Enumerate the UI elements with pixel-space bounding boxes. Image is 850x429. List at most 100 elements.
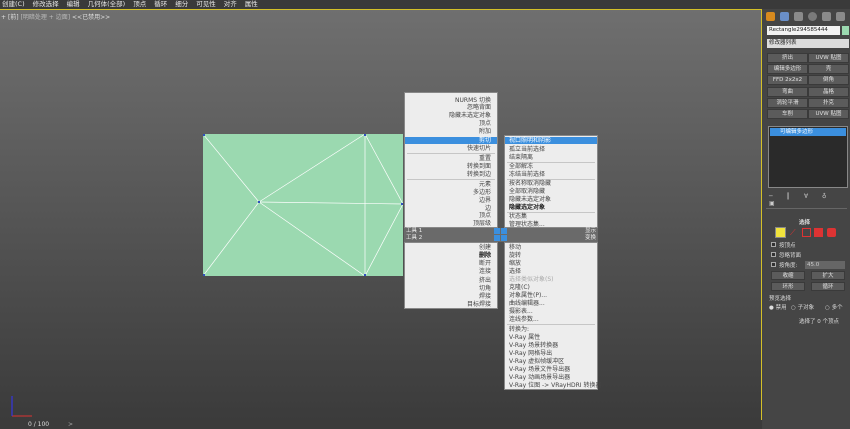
- menu-item-vray-vfb[interactable]: V-Ray 虚拟帧缓冲区: [509, 358, 564, 365]
- border-mode-icon[interactable]: [802, 228, 811, 237]
- menu-item-unhide-all[interactable]: 全部取消隐藏: [509, 188, 545, 195]
- menu-item-vray-bitmap-converter[interactable]: V-Ray 位图 -> VRayHDRI 转换器: [509, 382, 601, 389]
- menu-item-vray-properties[interactable]: V-Ray 属性: [509, 334, 540, 341]
- modifier-stack[interactable]: 可编辑多边形: [768, 126, 848, 188]
- menu-item-select-similar[interactable]: 选择类似对象(S): [509, 276, 554, 283]
- menu-item-reset[interactable]: 重置: [479, 155, 491, 162]
- menu-item-dope-sheet[interactable]: 摄影表...: [509, 308, 533, 315]
- vertex-mode-icon[interactable]: [775, 227, 786, 238]
- polygon-mode-icon[interactable]: [814, 228, 823, 237]
- menu-item-ignore-backface[interactable]: 忽略背面: [467, 104, 491, 111]
- bend-button[interactable]: 弯曲: [767, 87, 808, 97]
- motion-tab-icon[interactable]: [808, 12, 817, 21]
- edge-mode-icon[interactable]: ⟋: [790, 228, 799, 237]
- menu-item-scale[interactable]: 缩放: [509, 260, 521, 267]
- object-color-swatch[interactable]: [842, 26, 849, 35]
- poker-button[interactable]: 扑克: [808, 98, 849, 108]
- menu-item-vray-anim-exporter[interactable]: V-Ray 动画场景导出器: [509, 374, 570, 381]
- lathe-button[interactable]: 车削: [767, 109, 808, 119]
- preview-off-radio[interactable]: ● 禁用: [769, 303, 787, 311]
- menu-item-attach[interactable]: 附加: [479, 128, 491, 135]
- menu-item-target-weld[interactable]: 目标焊接: [467, 301, 491, 308]
- menu-item-convert-to[interactable]: 转换为:: [509, 326, 529, 333]
- menu-item-freeze-selection[interactable]: 冻结当前选择: [509, 171, 545, 178]
- viewport-label[interactable]: + [前] [明暗处理 + 边面] <<已禁用>>: [1, 12, 110, 21]
- menu-item-manage-state-sets[interactable]: 管理状态集...: [509, 221, 545, 228]
- uvw-map-button[interactable]: UVW 贴图: [808, 53, 849, 63]
- menu-item-vertex-level[interactable]: 顶点: [479, 212, 491, 219]
- turbosmooth-button[interactable]: 涡轮平滑: [767, 98, 808, 108]
- quad-center-icon[interactable]: [501, 228, 507, 234]
- menu-edit[interactable]: 编辑: [67, 0, 80, 9]
- by-angle-checkbox[interactable]: [771, 262, 776, 267]
- object-name-field[interactable]: Rectangle294585444: [767, 26, 840, 35]
- quad-center-icon[interactable]: [501, 235, 507, 241]
- stack-item-editable-poly[interactable]: 可编辑多边形: [770, 128, 846, 136]
- menu-item-vray-scene-exporter[interactable]: V-Ray 场景文件导出器: [509, 366, 570, 373]
- bevel-button[interactable]: 倒角: [808, 75, 849, 85]
- stack-tools[interactable]: ─ ║ ∀ ♁ ▣: [769, 193, 850, 207]
- ring-button[interactable]: 环形: [771, 282, 805, 291]
- menu-item-rotate[interactable]: 旋转: [509, 252, 521, 259]
- menu-item-state-sets[interactable]: 状态集: [509, 213, 527, 220]
- menu-item-weld[interactable]: 焊接: [479, 293, 491, 300]
- menu-subdivision[interactable]: 细分: [175, 0, 188, 9]
- shrink-button[interactable]: 收缩: [771, 271, 805, 280]
- menu-visibility[interactable]: 可见性: [196, 0, 216, 9]
- menu-item-edge[interactable]: 边: [485, 205, 491, 212]
- uvw-map-button-2[interactable]: UVW 贴图: [808, 109, 849, 119]
- angle-spinner[interactable]: 45.0: [805, 261, 845, 269]
- shell-button[interactable]: 壳: [808, 64, 849, 74]
- menu-item-curve-editor[interactable]: 曲线编辑器...: [509, 300, 545, 307]
- lattice-button[interactable]: 晶格: [808, 87, 849, 97]
- ignore-backface-checkbox[interactable]: [771, 252, 776, 257]
- create-tab-icon[interactable]: [766, 12, 775, 21]
- ffd-button[interactable]: FFD 2x2x2: [767, 75, 808, 85]
- menu-item-top-level[interactable]: 顶层级: [473, 220, 491, 227]
- menu-properties[interactable]: 属性: [245, 0, 258, 9]
- menu-item-vertex[interactable]: 顶点: [479, 120, 491, 127]
- menu-item-move[interactable]: 移动: [509, 244, 521, 251]
- menu-item-quickslice[interactable]: 快速切片: [467, 145, 491, 152]
- modifier-list-dropdown[interactable]: 修改器列表: [767, 39, 849, 48]
- menu-item-isolate[interactable]: 孤立当前选择: [509, 146, 545, 153]
- menu-item-wire-parameters[interactable]: 连线参数...: [509, 316, 539, 323]
- menu-item-vray-scene-converter[interactable]: V-Ray 场景转换器: [509, 342, 558, 349]
- menu-align[interactable]: 对齐: [224, 0, 237, 9]
- menu-item-element[interactable]: 元素: [479, 181, 491, 188]
- menu-item-convert-face[interactable]: 转换到面: [467, 163, 491, 170]
- menu-item-cut[interactable]: 剪切: [405, 137, 497, 144]
- preview-subobject-radio[interactable]: ○ 子对象: [791, 303, 814, 311]
- modify-tab-icon[interactable]: [780, 12, 789, 21]
- hierarchy-tab-icon[interactable]: [794, 12, 803, 21]
- display-tab-icon[interactable]: [822, 12, 831, 21]
- front-viewport[interactable]: + [前] [明暗处理 + 边面] <<已禁用>>: [0, 9, 762, 429]
- grow-button[interactable]: 扩大: [811, 271, 845, 280]
- quad-center-icon[interactable]: [494, 228, 500, 234]
- menu-item-hide-selected[interactable]: 隐藏选定对象: [509, 204, 545, 211]
- preview-multiple-radio[interactable]: ○ 多个: [825, 303, 843, 311]
- menu-item-delete[interactable]: 删除: [479, 252, 491, 259]
- quad-center-icon[interactable]: [494, 235, 500, 241]
- menu-item-hide-unselected-objects[interactable]: 隐藏未选定对象: [509, 196, 551, 203]
- rectangle-object[interactable]: [203, 134, 403, 276]
- menu-item-unhide-by-name[interactable]: 按名称取消隐藏: [509, 180, 551, 187]
- menu-loops[interactable]: 循环: [154, 0, 167, 9]
- menu-modify-selection[interactable]: 修改选择: [33, 0, 59, 9]
- menu-item-clone[interactable]: 克隆(C): [509, 284, 530, 291]
- menu-item-nurms[interactable]: NURMS 切换: [455, 97, 491, 104]
- menu-item-border[interactable]: 边界: [479, 197, 491, 204]
- time-slider-next-icon[interactable]: >: [68, 420, 73, 429]
- menu-item-object-properties[interactable]: 对象属性(P)...: [509, 292, 547, 299]
- menu-item-unfreeze-all[interactable]: 全部解冻: [509, 163, 533, 170]
- menu-item-select[interactable]: 选择: [509, 268, 521, 275]
- menu-item-break[interactable]: 断开: [479, 260, 491, 267]
- time-slider[interactable]: 0 / 100 >: [0, 420, 762, 429]
- menu-geometry[interactable]: 几何体(全部): [88, 0, 126, 9]
- menu-create[interactable]: 创建(C): [2, 0, 25, 9]
- menu-item-vray-mesh-export[interactable]: V-Ray 网格导出: [509, 350, 552, 357]
- menu-item-convert-edge[interactable]: 转换到边: [467, 171, 491, 178]
- loop-button[interactable]: 循环: [811, 282, 845, 291]
- menu-item-polygon[interactable]: 多边形: [473, 189, 491, 196]
- menu-item-create[interactable]: 创建: [479, 244, 491, 251]
